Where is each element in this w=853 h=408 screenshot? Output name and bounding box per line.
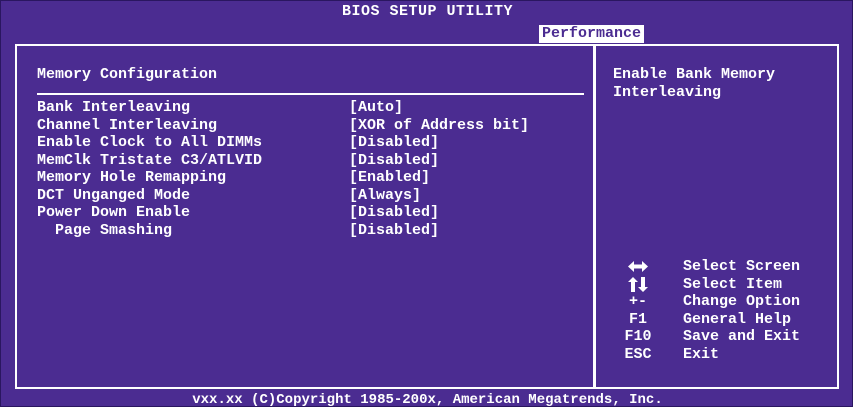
key-desc: Select Item bbox=[683, 275, 783, 293]
main-panel: Memory Configuration Bank Interleaving [… bbox=[15, 44, 839, 389]
setting-label: Power Down Enable bbox=[37, 204, 191, 221]
setting-row-memclk-tristate[interactable]: MemClk Tristate C3/ATLVID [Disabled] bbox=[37, 152, 587, 170]
setting-value[interactable]: [XOR of Address bit] bbox=[349, 117, 529, 135]
setting-row-power-down-enable[interactable]: Power Down Enable [Disabled] bbox=[37, 204, 587, 222]
setting-value[interactable]: [Enabled] bbox=[349, 169, 430, 187]
help-text: Enable Bank Memory Interleaving bbox=[613, 66, 776, 101]
setting-row-page-smashing[interactable]: Page Smashing [Disabled] bbox=[37, 222, 587, 240]
setting-row-memory-hole-remapping[interactable]: Memory Hole Remapping [Enabled] bbox=[37, 169, 587, 187]
key-legend: Select Screen Select Item +- Change Opti… bbox=[613, 258, 838, 363]
key-desc: Save and Exit bbox=[683, 328, 801, 345]
key-row-select-item: Select Item bbox=[613, 276, 838, 294]
settings-list: Bank Interleaving [Auto] Channel Interle… bbox=[37, 99, 587, 239]
section-title: Memory Configuration bbox=[37, 66, 218, 83]
key-row-change-option: +- Change Option bbox=[613, 293, 838, 311]
tab-performance[interactable]: Performance bbox=[538, 24, 646, 44]
bios-screen: BIOS SETUP UTILITY Performance Memory Co… bbox=[0, 0, 853, 408]
setting-row-channel-interleaving[interactable]: Channel Interleaving [XOR of Address bit… bbox=[37, 117, 587, 135]
left-right-arrows-icon bbox=[617, 258, 659, 275]
setting-label: Channel Interleaving bbox=[37, 116, 218, 134]
setting-label: DCT Unganged Mode bbox=[37, 186, 191, 204]
key-desc: Exit bbox=[683, 345, 720, 363]
key-row-general-help: F1 General Help bbox=[613, 311, 838, 329]
window-title: BIOS SETUP UTILITY bbox=[341, 3, 514, 20]
setting-label: Enable Clock to All DIMMs bbox=[37, 134, 263, 151]
setting-row-dct-unganged-mode[interactable]: DCT Unganged Mode [Always] bbox=[37, 187, 587, 205]
key-label: F1 bbox=[628, 310, 647, 328]
key-desc: Change Option bbox=[683, 293, 801, 310]
setting-value[interactable]: [Disabled] bbox=[349, 152, 439, 170]
setting-row-bank-interleaving[interactable]: Bank Interleaving [Auto] bbox=[37, 99, 587, 117]
key-label: +- bbox=[628, 293, 647, 310]
up-down-arrows-icon bbox=[617, 276, 659, 293]
key-row-save-exit: F10 Save and Exit bbox=[613, 328, 838, 346]
key-row-select-screen: Select Screen bbox=[613, 258, 838, 276]
setting-label: Page Smashing bbox=[55, 221, 173, 239]
key-label: ESC bbox=[624, 345, 652, 363]
key-desc: General Help bbox=[683, 310, 792, 328]
setting-row-enable-clock-all-dimms[interactable]: Enable Clock to All DIMMs [Disabled] bbox=[37, 134, 587, 152]
setting-label: MemClk Tristate C3/ATLVID bbox=[37, 151, 263, 169]
setting-value[interactable]: [Disabled] bbox=[349, 134, 439, 152]
setting-value[interactable]: [Always] bbox=[349, 187, 421, 205]
setting-value[interactable]: [Auto] bbox=[349, 99, 403, 117]
key-row-exit: ESC Exit bbox=[613, 346, 838, 364]
setting-label: Bank Interleaving bbox=[37, 99, 191, 116]
section-underline bbox=[37, 93, 584, 95]
panel-divider bbox=[593, 46, 596, 387]
setting-value[interactable]: [Disabled] bbox=[349, 222, 439, 240]
key-label: F10 bbox=[624, 328, 652, 345]
copyright-footer: vxx.xx (C)Copyright 1985-200x, American … bbox=[192, 392, 663, 408]
setting-value[interactable]: [Disabled] bbox=[349, 204, 439, 222]
key-desc: Select Screen bbox=[683, 258, 801, 275]
setting-label: Memory Hole Remapping bbox=[37, 169, 227, 186]
